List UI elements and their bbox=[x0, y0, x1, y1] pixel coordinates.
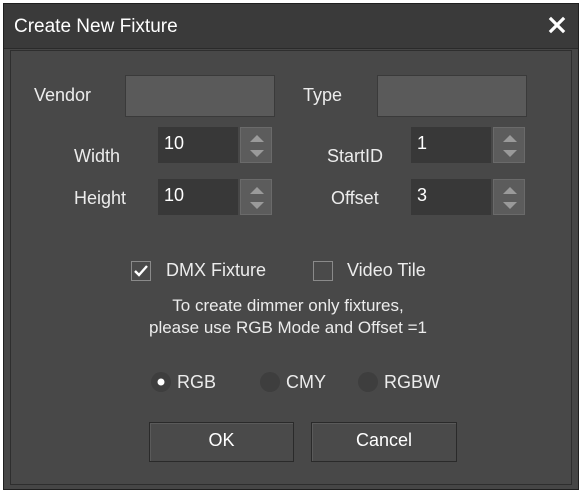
arrow-down-icon[interactable] bbox=[248, 201, 266, 211]
arrow-up-icon[interactable] bbox=[248, 185, 266, 195]
arrow-down-icon[interactable] bbox=[501, 201, 519, 211]
cancel-button[interactable]: Cancel bbox=[311, 422, 457, 462]
rgbw-radio[interactable] bbox=[358, 372, 378, 392]
vendor-label: Vendor bbox=[34, 85, 92, 105]
radio-dot-icon bbox=[157, 378, 165, 386]
startid-spin-buttons[interactable] bbox=[493, 127, 525, 163]
cmy-label[interactable]: CMY bbox=[286, 372, 326, 393]
arrow-down-icon[interactable] bbox=[248, 149, 266, 159]
rgb-radio[interactable] bbox=[151, 372, 171, 392]
close-icon[interactable] bbox=[546, 14, 568, 36]
note-line-2: please use RGB Mode and Offset =1 bbox=[149, 318, 427, 337]
arrow-up-icon[interactable] bbox=[501, 185, 519, 195]
width-spin-buttons[interactable] bbox=[240, 127, 272, 163]
arrow-up-icon[interactable] bbox=[248, 133, 266, 143]
offset-label: Offset bbox=[331, 188, 379, 208]
width-input[interactable]: 10 bbox=[158, 127, 238, 163]
startid-label: StartID bbox=[327, 146, 384, 166]
video-tile-label[interactable]: Video Tile bbox=[347, 260, 426, 281]
type-field[interactable] bbox=[377, 75, 527, 117]
dmx-fixture-label[interactable]: DMX Fixture bbox=[166, 260, 266, 281]
rgb-label[interactable]: RGB bbox=[177, 372, 216, 393]
height-label: Height bbox=[74, 188, 127, 208]
checkmark-icon bbox=[134, 265, 148, 277]
offset-spin-buttons[interactable] bbox=[493, 179, 525, 215]
type-label: Type bbox=[303, 85, 343, 105]
dmx-fixture-checkbox[interactable] bbox=[131, 261, 151, 281]
dialog-title: Create New Fixture bbox=[14, 16, 178, 37]
startid-input[interactable]: 1 bbox=[411, 127, 491, 163]
arrow-down-icon[interactable] bbox=[501, 149, 519, 159]
create-fixture-dialog: Create New Fixture Vendor Type Width 10 … bbox=[3, 3, 579, 490]
height-input[interactable]: 10 bbox=[158, 179, 238, 215]
rgbw-label[interactable]: RGBW bbox=[384, 372, 440, 393]
vendor-field[interactable] bbox=[125, 75, 275, 117]
ok-button[interactable]: OK bbox=[149, 422, 294, 462]
video-tile-checkbox[interactable] bbox=[313, 261, 333, 281]
cmy-radio[interactable] bbox=[260, 372, 280, 392]
height-spin-buttons[interactable] bbox=[240, 179, 272, 215]
dialog-body: Vendor Type Width 10 StartID 1 Height 10 bbox=[10, 50, 572, 485]
title-bar: Create New Fixture bbox=[4, 4, 578, 49]
offset-input[interactable]: 3 bbox=[411, 179, 491, 215]
dimmer-note: To create dimmer only fixtures, please u… bbox=[11, 296, 565, 338]
arrow-up-icon[interactable] bbox=[501, 133, 519, 143]
width-label: Width bbox=[74, 146, 121, 166]
note-line-1: To create dimmer only fixtures, bbox=[172, 296, 404, 315]
